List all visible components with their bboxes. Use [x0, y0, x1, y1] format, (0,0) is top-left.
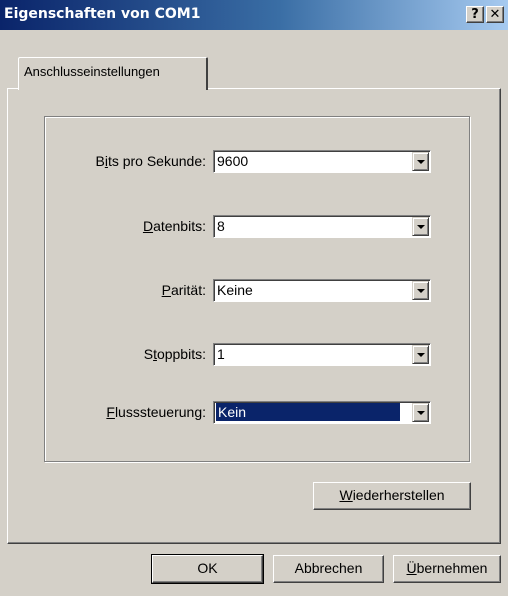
flow-control-label: Flusssteuerung: [106, 404, 206, 420]
tab-anschlusseinstellungen[interactable]: Anschlusseinstellungen [18, 57, 208, 90]
apply-button[interactable]: Übernehmen [393, 555, 501, 583]
parity-label: Parität: [161, 282, 206, 298]
dropdown-button[interactable] [412, 152, 429, 171]
close-button[interactable]: ✕ [486, 6, 504, 23]
bits-per-second-value: 9600 [217, 153, 249, 169]
chevron-down-icon [417, 353, 425, 357]
chevron-down-icon [417, 225, 425, 229]
flow-control-value: Kein [216, 403, 400, 421]
stop-bits-value: 1 [217, 346, 225, 362]
data-bits-select[interactable]: 8 [213, 215, 431, 238]
tab-label: Anschlusseinstellungen [24, 64, 160, 79]
ok-button[interactable]: OK [151, 554, 264, 584]
dropdown-button[interactable] [412, 345, 429, 364]
parity-select[interactable]: Keine [213, 279, 431, 302]
cancel-button[interactable]: Abbrechen [273, 555, 384, 583]
help-icon: ? [471, 7, 479, 22]
flow-control-select[interactable]: Kein [213, 401, 431, 424]
stop-bits-label: Stoppbits: [143, 346, 206, 362]
title-bar: Eigenschaften von COM1 ? ✕ [0, 0, 508, 30]
restore-defaults-button[interactable]: Wiederherstellen [313, 482, 471, 510]
bits-per-second-select[interactable]: 9600 [213, 150, 431, 173]
chevron-down-icon [417, 160, 425, 164]
data-bits-label: Datenbits: [142, 218, 206, 234]
stop-bits-select[interactable]: 1 [213, 343, 431, 366]
chevron-down-icon [417, 411, 425, 415]
chevron-down-icon [417, 289, 425, 293]
dropdown-button[interactable] [412, 281, 429, 300]
dropdown-button[interactable] [412, 403, 429, 422]
help-button[interactable]: ? [466, 6, 484, 23]
dropdown-button[interactable] [412, 217, 429, 236]
close-icon: ✕ [489, 7, 501, 22]
bits-per-second-label: Bits pro Sekunde: [95, 153, 206, 169]
parity-value: Keine [217, 282, 253, 298]
data-bits-value: 8 [217, 218, 225, 234]
window-title: Eigenschaften von COM1 [4, 6, 201, 22]
